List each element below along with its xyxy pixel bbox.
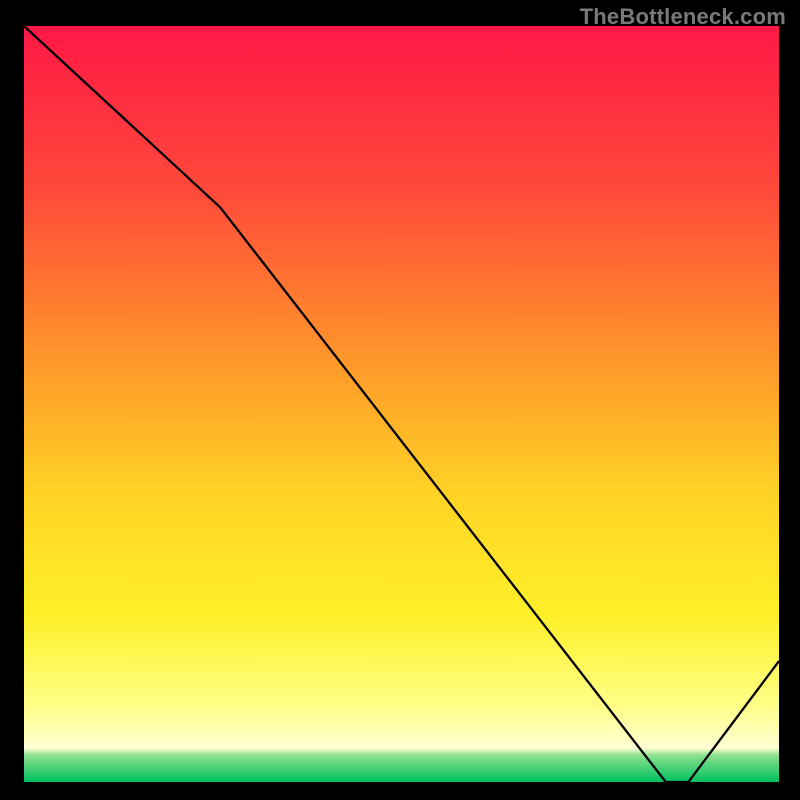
chart-svg: [0, 0, 800, 800]
chart-container: TheBottleneck.com: [0, 0, 800, 800]
plot-background: [24, 26, 779, 782]
watermark-label: TheBottleneck.com: [580, 4, 786, 30]
